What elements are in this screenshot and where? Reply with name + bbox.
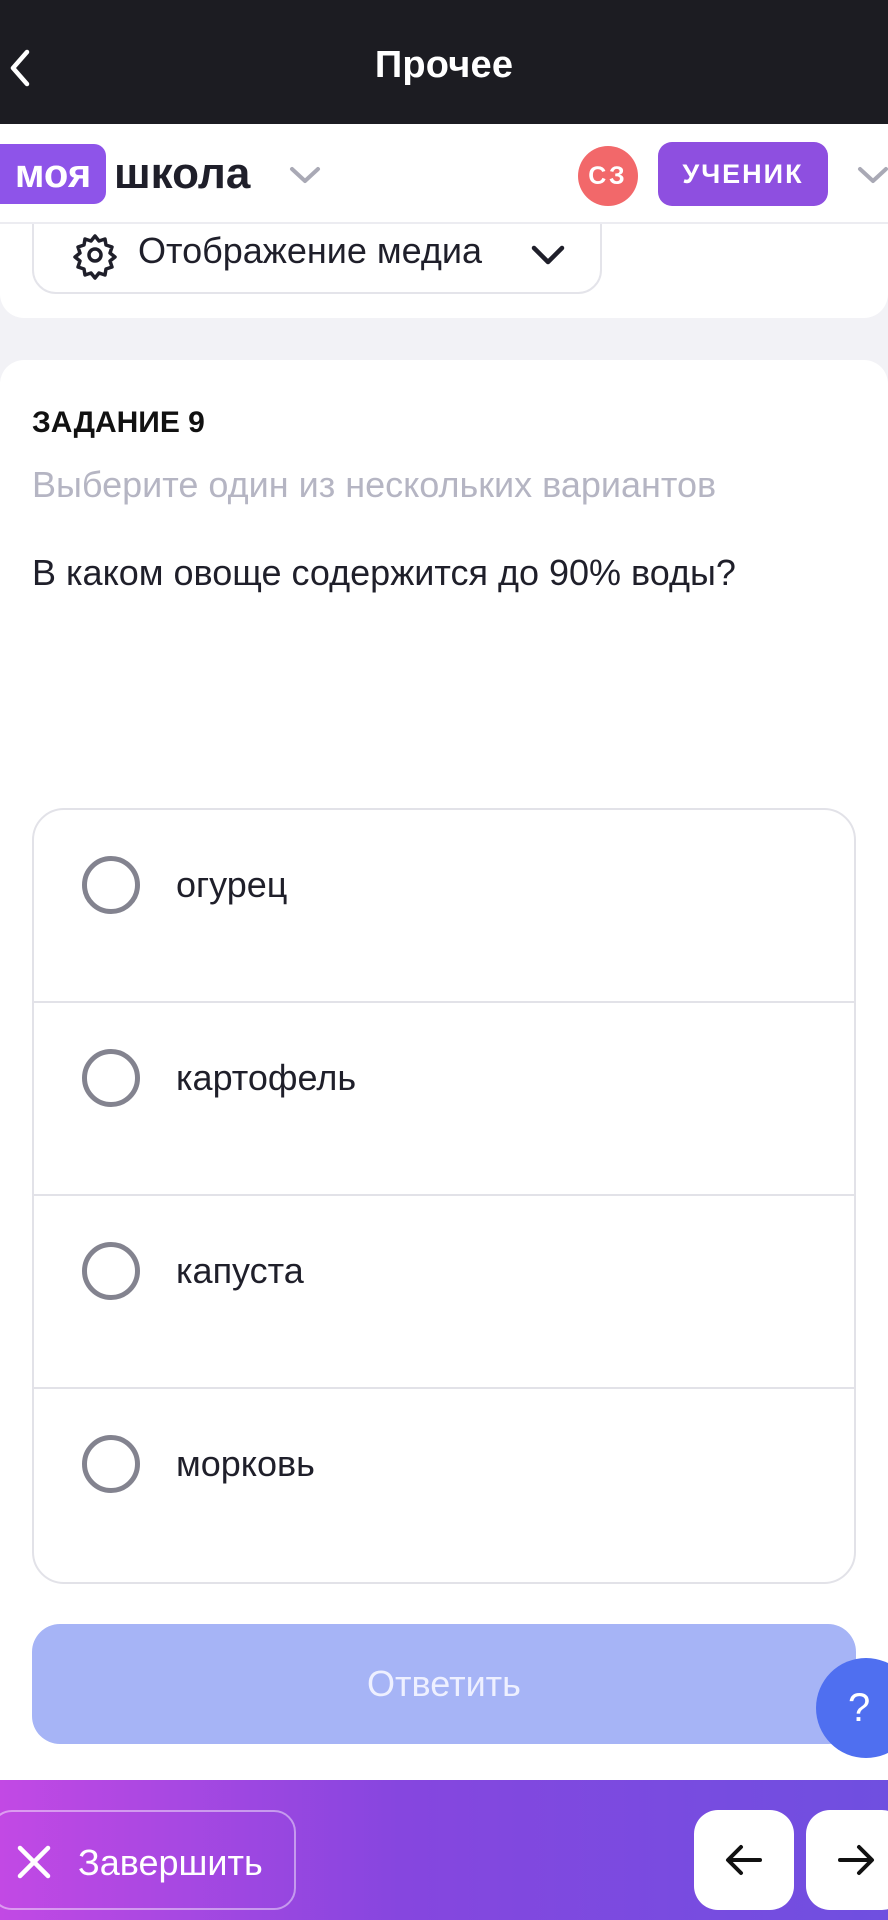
brand-menu-toggle[interactable] xyxy=(286,156,324,194)
chevron-down-icon xyxy=(531,245,565,265)
radio-button[interactable] xyxy=(82,1435,140,1493)
page-title: Прочее xyxy=(374,44,514,86)
arrow-left-icon xyxy=(726,1845,762,1875)
user-avatar[interactable]: СЗ xyxy=(578,146,638,206)
chevron-down-icon xyxy=(858,167,888,183)
answer-option-label: картофель xyxy=(176,1057,357,1098)
answer-option-label: капуста xyxy=(176,1250,304,1291)
top-nav-bar: Прочее xyxy=(0,0,888,124)
media-display-label: Отображение медиа xyxy=(138,230,483,271)
finish-button[interactable]: Завершить xyxy=(0,1810,296,1910)
role-menu-toggle[interactable] xyxy=(856,156,888,194)
close-icon xyxy=(17,1845,51,1879)
answer-options: огурец картофель капуста морковь xyxy=(32,808,856,1584)
chevron-down-icon xyxy=(290,167,320,183)
previous-task-button[interactable] xyxy=(694,1810,794,1910)
answer-option-label: огурец xyxy=(176,864,288,905)
finish-label: Завершить xyxy=(78,1842,263,1883)
task-card: ЗАДАНИЕ 9 Выберите один из нескольких ва… xyxy=(0,360,888,1780)
answer-option[interactable]: капуста xyxy=(34,1196,854,1389)
media-display-button[interactable]: Отображение медиа xyxy=(32,224,602,294)
arrow-right-icon xyxy=(838,1845,874,1875)
task-hint: Выберите один из нескольких вариантов xyxy=(32,464,717,505)
radio-button[interactable] xyxy=(82,856,140,914)
role-badge[interactable]: УЧЕНИК xyxy=(658,142,828,206)
gear-icon xyxy=(73,234,117,280)
task-title: ЗАДАНИЕ 9 xyxy=(32,406,205,439)
answer-option[interactable]: огурец xyxy=(34,810,854,1003)
answer-button[interactable]: Ответить xyxy=(32,1624,856,1744)
radio-button[interactable] xyxy=(82,1242,140,1300)
next-task-button[interactable] xyxy=(806,1810,888,1910)
brand-logo-moya[interactable]: моя xyxy=(0,144,106,204)
answer-option[interactable]: морковь xyxy=(34,1389,854,1582)
answer-option-label: морковь xyxy=(176,1443,315,1484)
bottom-action-bar: Завершить xyxy=(0,1780,888,1920)
brand-logo-shkola[interactable]: школа xyxy=(114,144,250,204)
app-header: моя школа СЗ УЧЕНИК xyxy=(0,124,888,224)
radio-button[interactable] xyxy=(82,1049,140,1107)
media-section: Отображение медиа xyxy=(0,224,888,318)
answer-option[interactable]: картофель xyxy=(34,1003,854,1196)
task-question: В каком овоще содержится до 90% воды? xyxy=(32,552,736,593)
